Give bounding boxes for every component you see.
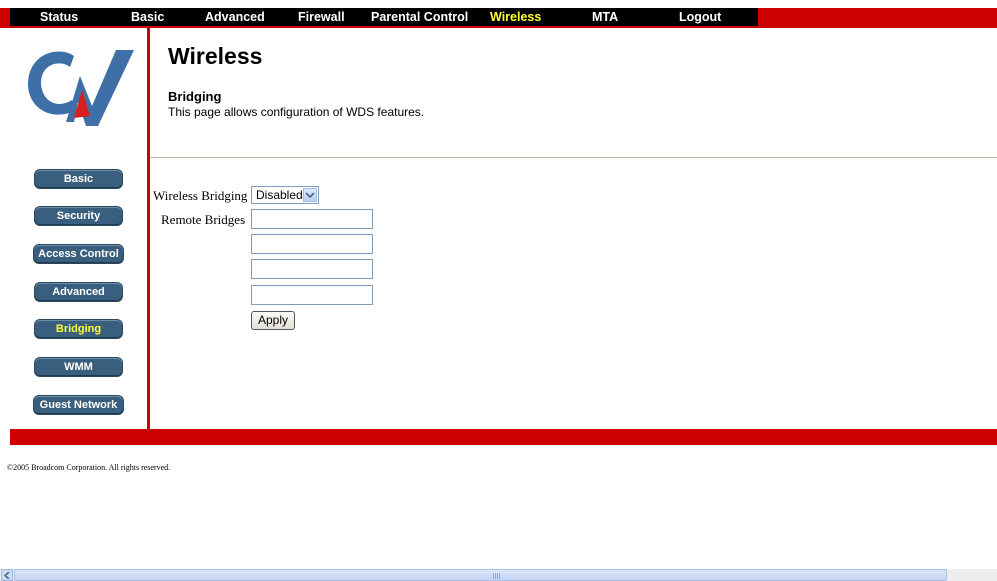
sidebar-item-wmm[interactable]: WMM — [35, 358, 122, 376]
nav-logout[interactable]: Logout — [679, 8, 721, 26]
nav-basic[interactable]: Basic — [131, 8, 164, 26]
nav-wireless[interactable]: Wireless — [490, 8, 541, 26]
remote-bridges-label: Remote Bridges — [161, 212, 246, 227]
chevron-down-icon[interactable] — [303, 188, 317, 202]
header-divider — [150, 157, 997, 158]
page-title: Wireless — [168, 43, 263, 69]
nav-mta[interactable]: MTA — [592, 8, 618, 26]
sidebar-divider — [147, 28, 150, 430]
nav-firewall[interactable]: Firewall — [298, 8, 345, 26]
sidebar-item-security[interactable]: Security — [35, 207, 122, 225]
scrollbar-thumb[interactable] — [14, 569, 947, 581]
scrollbar-grip-icon — [493, 573, 501, 579]
bottom-red-bar — [10, 429, 997, 445]
wireless-bridging-select[interactable]: Disabled — [251, 186, 319, 204]
remote-bridge-input-3[interactable] — [251, 259, 373, 279]
copyright-text: ©2005 Broadcom Corporation. All rights r… — [7, 463, 171, 472]
horizontal-scrollbar[interactable] — [0, 569, 997, 581]
nav-status[interactable]: Status — [40, 8, 78, 26]
wireless-bridging-label: Wireless Bridging — [153, 188, 248, 203]
section-description: This page allows configuration of WDS fe… — [168, 105, 425, 119]
sidebar-item-bridging[interactable]: Bridging — [35, 320, 122, 338]
scroll-left-arrow-icon[interactable] — [1, 569, 13, 581]
remote-bridge-input-1[interactable] — [251, 209, 373, 229]
section-title: Bridging — [168, 89, 222, 104]
sidebar-item-access-control[interactable]: Access Control — [34, 245, 123, 263]
sidebar-item-advanced[interactable]: Advanced — [35, 283, 122, 301]
sidebar-item-basic[interactable]: Basic — [35, 170, 122, 188]
logo — [16, 40, 144, 130]
nav-parental-control[interactable]: Parental Control — [371, 8, 468, 26]
sidebar-item-guest-network[interactable]: Guest Network — [34, 396, 123, 414]
top-nav: Status Basic Advanced Firewall Parental … — [10, 8, 758, 26]
remote-bridge-input-2[interactable] — [251, 234, 373, 254]
wireless-bridging-value: Disabled — [256, 188, 303, 202]
remote-bridge-input-4[interactable] — [251, 285, 373, 305]
apply-button[interactable]: Apply — [251, 311, 295, 330]
nav-advanced[interactable]: Advanced — [205, 8, 265, 26]
